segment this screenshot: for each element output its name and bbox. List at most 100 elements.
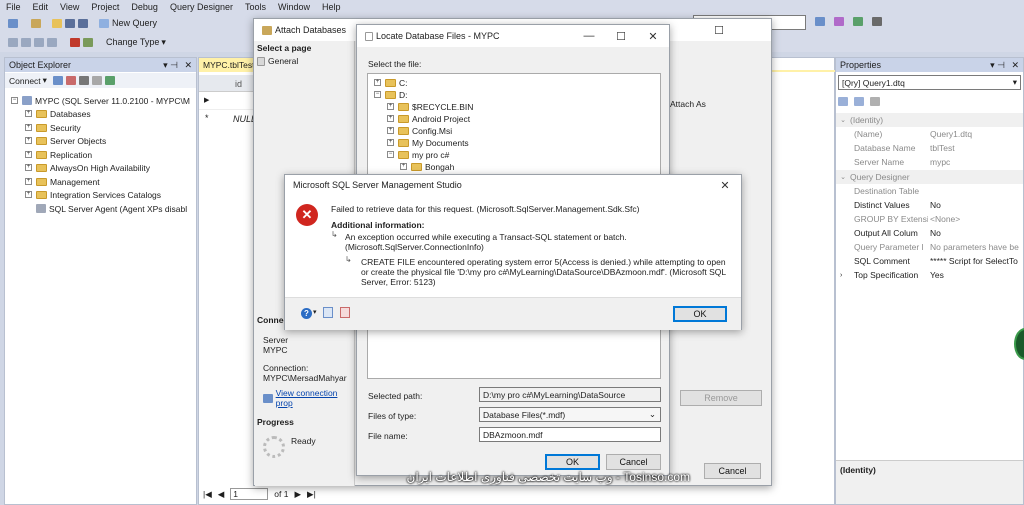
property-row[interactable]: Query Parameter l No parameters have be (836, 240, 1023, 254)
tree-item[interactable]: + Databases (25, 107, 91, 120)
options-icon[interactable] (872, 17, 882, 26)
save-all-icon[interactable] (78, 18, 88, 28)
alphabetical-icon[interactable] (854, 97, 864, 106)
locate-cancel-button[interactable]: Cancel (606, 454, 661, 470)
property-row[interactable]: › Top Specification Yes (836, 268, 1023, 282)
show-diagram-icon[interactable] (8, 37, 18, 47)
tree-item[interactable]: + Replication (25, 148, 92, 161)
collapse-icon[interactable]: − (11, 97, 18, 104)
expand-icon[interactable]: + (374, 79, 381, 86)
grid-col-header[interactable]: id (235, 79, 242, 89)
copy-icon[interactable] (323, 307, 333, 318)
show-sql-icon[interactable] (34, 37, 44, 47)
query-tab[interactable]: MYPC.tblTest (199, 58, 259, 72)
section-identity[interactable]: ⌄ (Identity) (836, 113, 1023, 127)
page-general[interactable]: General (257, 56, 298, 66)
details-icon[interactable] (340, 307, 350, 318)
tree-item[interactable]: + Management (25, 175, 100, 188)
close-icon[interactable]: ✕ (637, 25, 669, 47)
expand-icon[interactable]: + (25, 191, 32, 198)
property-pages-icon[interactable] (870, 97, 880, 106)
tree-item[interactable]: + AlwaysOn High Availability (25, 161, 150, 174)
help-icon[interactable]: ? (301, 308, 312, 319)
collapse-icon[interactable]: ⌄ (836, 173, 850, 181)
files-type-select[interactable]: Database Files(*.mdf) ⌄ (479, 407, 661, 422)
property-row[interactable]: Server Name mypc (836, 155, 1023, 169)
menu-edit[interactable]: Edit (33, 2, 49, 12)
file-name-field[interactable]: DBAzmoon.mdf (479, 427, 661, 442)
property-row[interactable]: Database Name tblTest (836, 141, 1023, 155)
filter-icon[interactable] (91, 76, 102, 85)
expand-icon[interactable]: + (387, 139, 394, 146)
refresh-icon[interactable] (104, 76, 115, 85)
new-project-icon[interactable] (8, 18, 18, 28)
grid-row[interactable]: ▶ (199, 92, 259, 110)
expand-icon[interactable]: + (387, 127, 394, 134)
pin-icon[interactable]: ▾ ⊣ (990, 60, 1005, 71)
section-designer[interactable]: ⌄ Query Designer (836, 170, 1023, 184)
page-number-field[interactable]: 1 (230, 488, 269, 500)
tree-item[interactable]: + Server Objects (25, 134, 106, 147)
expand-icon[interactable]: + (25, 151, 32, 158)
first-icon[interactable]: |◀ (203, 489, 212, 500)
tree-item[interactable]: + Security (25, 121, 81, 134)
categorized-icon[interactable] (838, 97, 848, 106)
close-icon[interactable]: ✕ (184, 60, 192, 71)
close-icon[interactable]: ✕ (709, 175, 741, 195)
disconnect-icon[interactable] (65, 76, 76, 85)
close-icon[interactable]: ✕ (1011, 60, 1019, 71)
tree-server[interactable]: − MYPC (SQL Server 11.0.2100 - MYPC\M (11, 94, 190, 107)
connect-icon[interactable] (52, 76, 63, 85)
property-row[interactable]: Distinct Values No (836, 198, 1023, 212)
menu-query-designer[interactable]: Query Designer (170, 2, 233, 12)
property-row[interactable]: (Name) Query1.dtq (836, 127, 1023, 141)
collapse-icon[interactable]: − (387, 151, 394, 158)
view-connection-link[interactable]: View connection prop (263, 388, 354, 408)
properties-icon[interactable] (834, 17, 844, 26)
expand-icon[interactable]: + (400, 163, 407, 170)
add-item-icon[interactable] (31, 18, 41, 28)
open-icon[interactable] (52, 18, 62, 28)
tree-item[interactable]: + Integration Services Catalogs (25, 188, 161, 201)
next-icon[interactable]: ▶ (294, 489, 301, 500)
minimize-icon[interactable]: — (573, 25, 605, 47)
solution-explorer-icon[interactable] (815, 17, 825, 26)
expand-icon[interactable]: + (25, 164, 32, 171)
menu-help[interactable]: Help (322, 2, 341, 12)
tree-item[interactable]: SQL Server Agent (Agent XPs disabl (36, 202, 187, 215)
expand-icon[interactable]: + (387, 103, 394, 110)
remove-button[interactable]: Remove (680, 390, 762, 406)
collapse-icon[interactable]: − (374, 91, 381, 98)
menu-view[interactable]: View (60, 2, 79, 12)
expand-icon[interactable]: + (25, 178, 32, 185)
toolbox-icon[interactable] (853, 17, 863, 26)
locate-ok-button[interactable]: OK (545, 454, 600, 470)
show-results-icon[interactable] (47, 37, 57, 47)
selected-path-field[interactable]: D:\my pro c#\MyLearning\DataSource (479, 387, 661, 402)
maximize-icon[interactable]: ☐ (703, 19, 735, 41)
menu-window[interactable]: Window (278, 2, 310, 12)
connect-button[interactable]: Connect (9, 76, 41, 86)
new-query-button[interactable]: New Query (99, 18, 157, 28)
menu-tools[interactable]: Tools (245, 2, 266, 12)
expand-icon[interactable]: › (840, 272, 842, 279)
verify-icon[interactable] (83, 37, 93, 47)
expand-icon[interactable]: + (25, 110, 32, 117)
error-ok-button[interactable]: OK (673, 306, 727, 322)
tree-item[interactable]: + Bongah (400, 160, 454, 173)
property-row[interactable]: Output All Colum No (836, 226, 1023, 240)
menu-debug[interactable]: Debug (131, 2, 158, 12)
last-icon[interactable]: ▶| (307, 489, 316, 500)
stop-icon[interactable] (78, 76, 89, 85)
object-selector[interactable]: [Qry] Query1.dtq ▾ (838, 75, 1021, 90)
show-criteria-icon[interactable] (21, 37, 31, 47)
expand-icon[interactable]: + (25, 124, 32, 131)
collapse-icon[interactable]: ⌄ (836, 116, 850, 124)
menu-file[interactable]: File (6, 2, 21, 12)
property-row[interactable]: SQL Comment ***** Script for SelectTo (836, 254, 1023, 268)
attach-cancel-button[interactable]: Cancel (704, 463, 761, 479)
menu-project[interactable]: Project (91, 2, 119, 12)
expand-icon[interactable]: + (25, 137, 32, 144)
execute-icon[interactable] (70, 37, 80, 47)
pin-icon[interactable]: ▾ ⊣ (163, 60, 178, 71)
